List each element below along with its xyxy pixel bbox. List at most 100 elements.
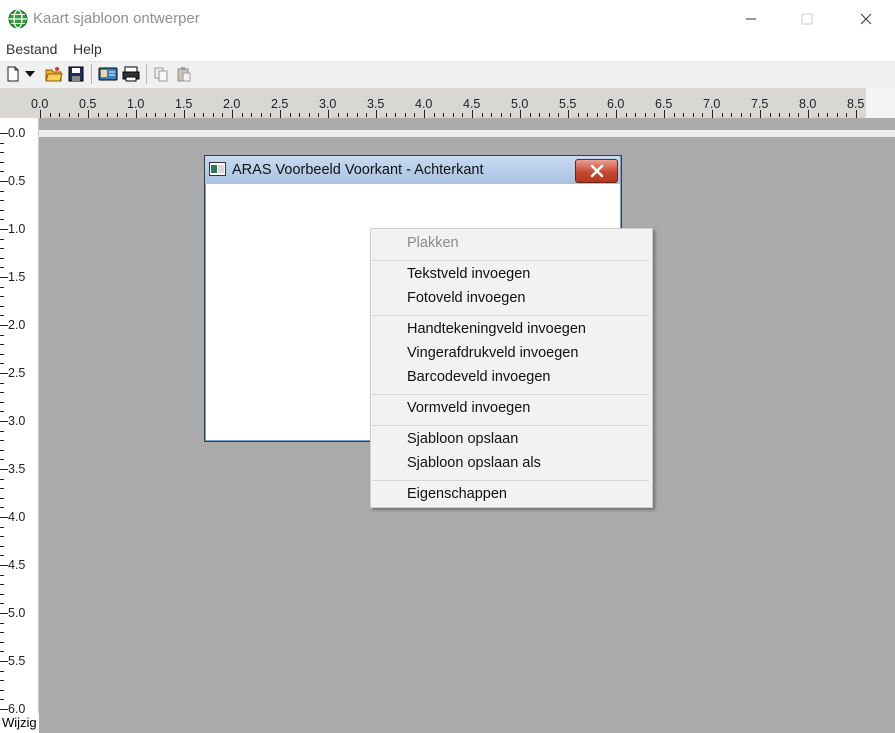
- status-text: Wijzig: [2, 715, 37, 730]
- card-template-close-button[interactable]: [575, 159, 618, 183]
- ruler-tick: [88, 110, 89, 118]
- ruler-label: 0.5: [8, 174, 26, 188]
- ruler-tick: [0, 190, 4, 192]
- ruler-label: 5.5: [559, 97, 577, 111]
- ruler-tick: [798, 113, 800, 117]
- ruler-tick: [529, 113, 531, 117]
- ruler-label: 6.0: [607, 97, 625, 111]
- ruler-tick: [0, 661, 8, 662]
- context-menu-item-handtekeningveld-invoegen[interactable]: Handtekeningveld invoegen: [407, 321, 586, 337]
- ruler-tick: [0, 670, 4, 672]
- ruler-tick: [616, 110, 617, 118]
- ruler-label: 4.0: [8, 510, 26, 524]
- ruler-label: 2.5: [271, 97, 289, 111]
- ruler-tick: [817, 113, 819, 117]
- ruler-label: 5.0: [8, 606, 26, 620]
- paste-icon[interactable]: [175, 65, 193, 83]
- ruler-tick: [337, 113, 339, 117]
- print-icon[interactable]: [122, 65, 140, 83]
- ruler-tick: [0, 603, 4, 605]
- ruler-label: 0.0: [31, 97, 49, 111]
- ruler-tick: [0, 286, 4, 288]
- dropdown-arrow-icon[interactable]: [23, 65, 37, 83]
- ruler-label: 2.0: [223, 97, 241, 111]
- ruler-tick: [366, 113, 368, 117]
- ruler-tick: [308, 113, 310, 117]
- menu-help[interactable]: Help: [73, 41, 102, 57]
- ruler-tick: [0, 584, 4, 586]
- maximize-button[interactable]: [784, 0, 830, 38]
- ruler-tick: [347, 113, 349, 117]
- ruler-tick: [251, 113, 253, 117]
- context-menu-separator: [372, 425, 649, 426]
- ruler-tick: [0, 459, 4, 461]
- ruler-tick: [635, 113, 637, 117]
- ruler-tick: [49, 113, 51, 117]
- ruler-tick: [0, 344, 4, 346]
- ruler-tick: [472, 110, 473, 118]
- ruler-tick: [0, 133, 8, 134]
- ruler-tick: [0, 430, 4, 432]
- ruler-label: 4.5: [463, 97, 481, 111]
- ruler-tick: [827, 113, 829, 117]
- minimize-icon: [746, 18, 756, 20]
- open-folder-icon[interactable]: [45, 65, 63, 83]
- close-window-button[interactable]: [843, 0, 889, 38]
- new-document-icon[interactable]: [4, 65, 22, 83]
- ruler-label: 6.5: [655, 97, 673, 111]
- ruler-tick: [0, 488, 4, 490]
- context-menu-item-sjabloon-opslaan[interactable]: Sjabloon opslaan: [407, 431, 518, 447]
- card-template-title: ARAS Voorbeeld Voorkant - Achterkant: [232, 162, 484, 178]
- ruler-label: 2.5: [8, 366, 26, 380]
- minimize-button[interactable]: [728, 0, 774, 38]
- ruler-tick: [0, 382, 4, 384]
- ruler-tick: [155, 113, 157, 117]
- card-preview-icon[interactable]: [98, 65, 118, 83]
- copy-icon[interactable]: [152, 65, 170, 83]
- ruler-label: 2.0: [8, 318, 26, 332]
- ruler-tick: [40, 110, 41, 118]
- ruler-tick: [0, 161, 4, 163]
- ruler-tick: [0, 181, 8, 182]
- ruler-tick: [270, 113, 272, 117]
- ruler-label: 3.0: [8, 414, 26, 428]
- context-menu-item-sjabloon-opslaan-als[interactable]: Sjabloon opslaan als: [407, 455, 541, 471]
- context-menu-item-eigenschappen[interactable]: Eigenschappen: [407, 486, 507, 502]
- context-menu-item-vormveld-invoegen[interactable]: Vormveld invoegen: [407, 400, 530, 416]
- ruler-tick: [184, 110, 185, 118]
- ruler-tick: [462, 113, 464, 117]
- canvas-top-border: [39, 130, 895, 137]
- ruler-tick: [0, 171, 4, 173]
- menu-bestand[interactable]: Bestand: [6, 41, 57, 57]
- save-icon[interactable]: [67, 65, 85, 83]
- context-menu-item-barcodeveld-invoegen[interactable]: Barcodeveld invoegen: [407, 369, 551, 385]
- ruler-tick: [664, 110, 665, 118]
- ruler-tick: [0, 526, 4, 528]
- menu-bar: [0, 38, 895, 60]
- ruler-tick: [654, 113, 656, 117]
- ruler-tick: [606, 113, 608, 117]
- context-menu-item-tekstveld-invoegen[interactable]: Tekstveld invoegen: [407, 266, 530, 282]
- ruler-tick: [0, 536, 4, 538]
- ruler-tick: [0, 152, 4, 154]
- toolbar-separator: [91, 64, 92, 84]
- ruler-tick: [289, 113, 291, 117]
- context-menu-separator: [372, 260, 649, 261]
- ruler-tick: [520, 110, 521, 118]
- ruler-tick: [107, 113, 109, 117]
- context-menu-item-fotoveld-invoegen[interactable]: Fotoveld invoegen: [407, 290, 526, 306]
- ruler-tick: [0, 421, 8, 422]
- ruler-tick: [376, 110, 377, 118]
- ruler-tick: [174, 113, 176, 117]
- ruler-tick: [0, 699, 4, 701]
- ruler-tick: [203, 113, 205, 117]
- ruler-tick: [126, 113, 128, 117]
- ruler-tick: [510, 113, 512, 117]
- context-menu-separator: [372, 394, 649, 395]
- ruler-tick: [0, 593, 4, 595]
- ruler-tick: [443, 113, 445, 117]
- ruler-tick: [414, 113, 416, 117]
- context-menu-item-vingerafdrukveld-invoegen[interactable]: Vingerafdrukveld invoegen: [407, 345, 578, 361]
- ruler-label: 3.5: [367, 97, 385, 111]
- ruler-label: 8.5: [847, 97, 865, 111]
